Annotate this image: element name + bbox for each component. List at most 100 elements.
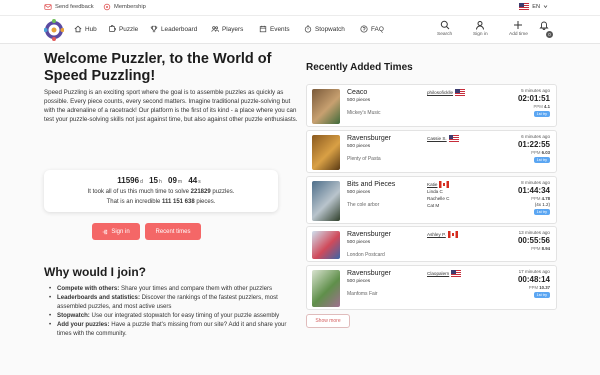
add-time-button[interactable]: Add time: [509, 20, 528, 37]
nav-puzzle[interactable]: Puzzle: [108, 25, 138, 33]
page-title: Welcome Puzzler, to the World of Speed P…: [44, 51, 272, 84]
hours-value: 15: [149, 176, 158, 185]
player-link[interactable]: Cassie S.: [427, 135, 459, 142]
benefit-item: Compete with others: Share your times an…: [44, 284, 302, 293]
pieces-line-prefix: That is an incredible: [106, 199, 161, 205]
send-feedback-link[interactable]: Send feedback: [44, 3, 94, 11]
plus-icon: [514, 21, 523, 29]
language-selector[interactable]: EN: [519, 3, 548, 10]
top-utility-bar: Send feedback Membership EN: [0, 0, 600, 16]
time-ago: 6 minutes ago: [521, 134, 550, 139]
search-icon: [440, 20, 449, 30]
puzzle-brand[interactable]: Ravensburger: [347, 270, 391, 277]
puzzles-line-prefix: It took all of us this much time to solv…: [87, 189, 189, 195]
notifications-button[interactable]: [539, 20, 549, 30]
recent-time-row[interactable]: Ravensburger 500 pieces Plenty of Pasta Cas…: [306, 130, 557, 173]
mail-icon: [44, 4, 52, 10]
nav-faq[interactable]: FAQ: [360, 25, 384, 33]
nav-leaderboard-label: Leaderboard: [161, 25, 198, 33]
show-more-button[interactable]: Show more: [306, 314, 350, 328]
calendar-icon: [259, 25, 267, 33]
time-info: 6 minutes ago 01:22:55 PPM 6.03 1st try: [518, 134, 550, 163]
puzzle-pieces: 500 pieces: [347, 190, 371, 195]
nav-puzzle-label: Puzzle: [119, 25, 139, 33]
question-icon: [360, 25, 368, 33]
puzzle-title: The cole arbor: [347, 202, 380, 208]
nav-leaderboard[interactable]: Leaderboard: [150, 25, 197, 33]
team-member-name: Cat M: [427, 203, 440, 208]
signin-nav-label: Sign in: [473, 32, 488, 37]
site-logo-icon[interactable]: [44, 19, 64, 41]
recent-time-row[interactable]: Ravensburger 500 pieces Manfoms Fair Claopa…: [306, 265, 557, 310]
why-join-heading: Why would I join?: [44, 265, 146, 279]
player-name: Katie: [427, 182, 438, 187]
seconds-value: 44: [188, 176, 198, 185]
player-link[interactable]: Claopalern: [427, 270, 462, 277]
hours-unit: h: [159, 179, 162, 185]
player-link[interactable]: Katie: [427, 181, 450, 188]
players-column: Cassie S.: [427, 135, 459, 142]
puzzle-pieces: 500 pieces: [347, 144, 371, 149]
recent-times-button[interactable]: Recent times: [145, 223, 201, 240]
send-feedback-label: Send feedback: [55, 4, 94, 10]
puzzles-solved-line: It took all of us this much time to solv…: [44, 189, 278, 195]
time-info: 5 minutes ago 02:01:51 PPM 4.1 1st try: [518, 88, 550, 117]
puzzle-title: Plenty of Pasta: [347, 156, 381, 162]
add-time-label: Add time: [509, 32, 528, 37]
membership-link[interactable]: Membership: [103, 3, 146, 11]
puzzle-title: Manfoms Fair: [347, 291, 378, 297]
search-button[interactable]: Search: [437, 20, 452, 37]
us-flag-icon: [451, 270, 462, 277]
recent-time-row[interactable]: Ravensburger 500 pieces London Postcard Ash…: [306, 226, 557, 262]
recent-time-row[interactable]: Ceaco 500 pieces Mickey's Music philosofick…: [306, 84, 557, 127]
benefits-list: Compete with others: Share your times an…: [44, 284, 302, 338]
team-member-name: Rachelle C: [427, 196, 450, 201]
chevron-down-icon: [543, 5, 548, 9]
signin-button[interactable]: Sign in: [92, 223, 140, 240]
signin-nav-button[interactable]: Sign in: [473, 20, 488, 37]
stopwatch-icon: [304, 25, 312, 33]
time-info: 8 minutes ago 01:44:34 PPM 4.78 (4x 1.2) 1st…: [518, 180, 550, 215]
nav-players-label: Players: [222, 25, 244, 33]
puzzle-icon: [109, 25, 116, 32]
total-time-card: 11596d 15h 09m 44s It took all of us thi…: [44, 170, 278, 212]
user-icon: [476, 21, 485, 30]
first-try-badge: 1st try: [533, 209, 550, 215]
puzzle-brand[interactable]: Ceaco: [347, 89, 367, 96]
player-link[interactable]: philosoficklle: [427, 89, 466, 96]
benefit-item: Leaderboards and statistics: Discover th…: [44, 293, 302, 311]
puzzles-line-suffix: puzzles.: [212, 189, 235, 195]
players-column: Ashley P.: [427, 231, 458, 238]
us-flag-icon: [519, 3, 530, 10]
puzzles-count: 221829: [190, 189, 211, 195]
notification-count-badge: 0: [546, 31, 553, 38]
minutes-unit: m: [177, 179, 183, 185]
bell-icon: [539, 21, 549, 30]
puzzle-thumbnail[interactable]: [312, 270, 340, 307]
nav-events[interactable]: Events: [259, 25, 290, 33]
players-column: philosoficklle: [427, 89, 466, 96]
puzzle-title: Mickey's Music: [347, 110, 381, 116]
search-label: Search: [437, 32, 453, 37]
puzzle-brand[interactable]: Bits and Pieces: [347, 181, 395, 188]
players-column: Claopalern: [427, 270, 462, 277]
player-link[interactable]: Ashley P.: [427, 231, 458, 238]
membership-label: Membership: [114, 4, 146, 10]
puzzle-thumbnail[interactable]: [312, 181, 340, 221]
nav-hub[interactable]: Hub: [74, 25, 97, 33]
nav-players[interactable]: Players: [211, 25, 243, 33]
benefit-title: Add your puzzles:: [57, 321, 110, 328]
puzzle-thumbnail[interactable]: [312, 135, 340, 170]
player-name: Claopalern: [427, 271, 450, 276]
pieces-count: 111 151 638: [161, 199, 195, 205]
nav-hub-label: Hub: [85, 25, 97, 33]
nav-stopwatch[interactable]: Stopwatch: [304, 25, 345, 33]
puzzle-brand[interactable]: Ravensburger: [347, 231, 391, 238]
house-icon: [74, 25, 82, 33]
recent-time-row[interactable]: Bits and Pieces 500 pieces The cole arbor K…: [306, 176, 557, 224]
first-try-badge: 1st try: [533, 157, 550, 163]
puzzle-thumbnail[interactable]: [312, 89, 340, 124]
puzzle-thumbnail[interactable]: [312, 231, 340, 259]
puzzle-brand[interactable]: Ravensburger: [347, 135, 391, 142]
puzzle-pieces: 500 pieces: [347, 240, 371, 245]
